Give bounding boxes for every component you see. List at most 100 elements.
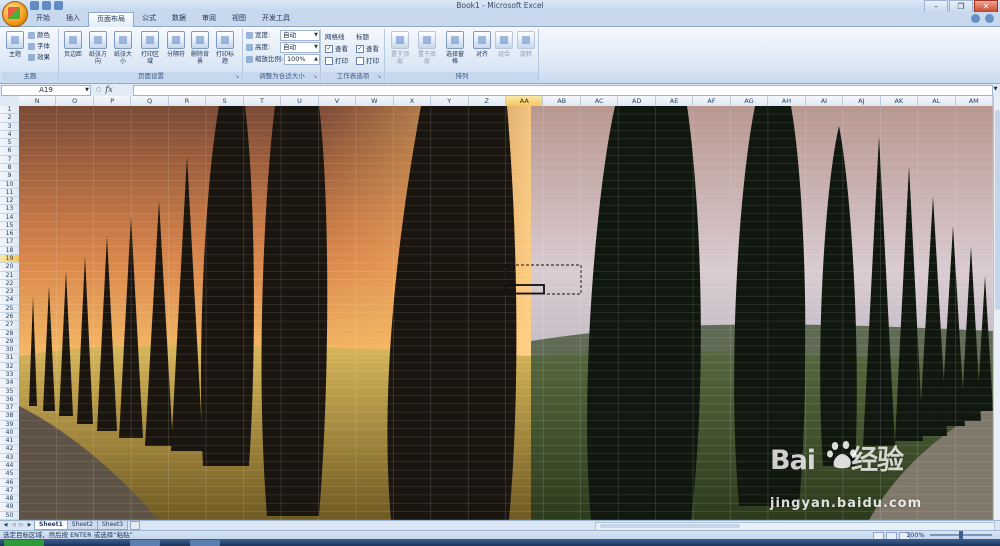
name-box[interactable]: A19 ▼: [1, 85, 91, 96]
row-header-16[interactable]: 16: [0, 230, 19, 239]
next-sheet-icon[interactable]: ▷: [18, 521, 25, 529]
taskbar-item[interactable]: [190, 540, 220, 546]
row-header-40[interactable]: 40: [0, 429, 19, 438]
row-header-46[interactable]: 46: [0, 479, 19, 487]
tab-view[interactable]: 视图: [224, 12, 254, 25]
row-header-33[interactable]: 33: [0, 371, 19, 380]
align-button[interactable]: 对齐: [471, 31, 493, 58]
scale-input[interactable]: 100% ▲: [284, 54, 320, 65]
zoom-slider[interactable]: [930, 531, 992, 539]
row-header-12[interactable]: 12: [0, 197, 19, 206]
dialog-launcher-icon[interactable]: ↘: [235, 74, 241, 80]
row-header-38[interactable]: 38: [0, 412, 19, 421]
insert-sheet-icon[interactable]: [130, 521, 141, 530]
theme-colors-button[interactable]: 颜色: [28, 30, 50, 40]
print-area-button[interactable]: 打印区域: [139, 31, 161, 65]
tab-review[interactable]: 审阅: [194, 12, 224, 25]
row-header-36[interactable]: 36: [0, 396, 19, 405]
theme-effects-button[interactable]: 效果: [28, 52, 50, 62]
row-header-48[interactable]: 48: [0, 495, 19, 504]
bring-to-front-button[interactable]: 置于顶层: [389, 31, 411, 65]
column-header-u[interactable]: U: [281, 96, 319, 106]
sheet-tab-sheet2[interactable]: Sheet2: [66, 521, 98, 530]
row-header-50[interactable]: 50: [0, 512, 19, 520]
row-header-45[interactable]: 45: [0, 470, 19, 479]
column-header-af[interactable]: AF: [693, 96, 731, 106]
row-header-47[interactable]: 47: [0, 487, 19, 496]
row-header-11[interactable]: 11: [0, 189, 19, 198]
column-header-n[interactable]: N: [19, 96, 57, 106]
row-header-15[interactable]: 15: [0, 222, 19, 231]
column-header-r[interactable]: R: [169, 96, 207, 106]
taskbar-item[interactable]: [130, 540, 160, 546]
dialog-launcher-icon[interactable]: ↘: [313, 74, 319, 80]
tab-developer[interactable]: 开发工具: [254, 12, 298, 25]
print-titles-button[interactable]: 打印标题: [214, 31, 236, 65]
column-header-o[interactable]: O: [56, 96, 94, 106]
column-header-ab[interactable]: AB: [543, 96, 581, 106]
row-header-22[interactable]: 22: [0, 280, 19, 289]
row-header-3[interactable]: 3: [0, 123, 19, 131]
ribbon-minimize-icon[interactable]: [985, 14, 994, 23]
row-header-2[interactable]: 2: [0, 114, 19, 123]
column-header-s[interactable]: S: [206, 96, 244, 106]
row-header-13[interactable]: 13: [0, 205, 19, 214]
row-header-32[interactable]: 32: [0, 363, 19, 371]
worksheet-area[interactable]: [19, 106, 993, 520]
gridlines-print-checkbox[interactable]: 打印: [325, 56, 348, 66]
rotate-button[interactable]: 旋转: [515, 31, 537, 58]
row-header-34[interactable]: 34: [0, 379, 19, 388]
column-header-al[interactable]: AL: [918, 96, 956, 106]
headings-view-checkbox[interactable]: ✓ 查看: [356, 44, 379, 54]
start-button[interactable]: [4, 540, 44, 546]
row-header-24[interactable]: 24: [0, 296, 19, 305]
row-header-39[interactable]: 39: [0, 421, 19, 429]
row-header-27[interactable]: 27: [0, 321, 19, 330]
row-header-20[interactable]: 20: [0, 263, 19, 272]
zoom-slider-knob[interactable]: [959, 531, 963, 539]
row-header-41[interactable]: 41: [0, 437, 19, 446]
column-header-t[interactable]: T: [244, 96, 282, 106]
column-header-ae[interactable]: AE: [656, 96, 694, 106]
row-header-1[interactable]: 1: [0, 106, 19, 115]
column-header-y[interactable]: Y: [431, 96, 469, 106]
row-header-19[interactable]: 19: [0, 255, 19, 264]
height-select[interactable]: 自动 ▼: [280, 42, 320, 53]
column-header-ah[interactable]: AH: [768, 96, 806, 106]
dialog-launcher-icon[interactable]: ↘: [377, 74, 383, 80]
expand-formula-bar-icon[interactable]: ▼: [992, 85, 999, 94]
horizontal-scroll-thumb[interactable]: [600, 524, 740, 528]
background-button[interactable]: 删除背景: [189, 31, 211, 65]
last-sheet-icon[interactable]: ▶: [26, 521, 33, 529]
column-header-z[interactable]: Z: [469, 96, 506, 106]
row-header-35[interactable]: 35: [0, 388, 19, 396]
help-icon[interactable]: [971, 14, 980, 23]
row-header-7[interactable]: 7: [0, 156, 19, 164]
column-header-v[interactable]: V: [319, 96, 357, 106]
insert-function-button[interactable]: fx: [105, 85, 112, 94]
zoom-handle-icon[interactable]: ○: [96, 86, 101, 93]
office-button[interactable]: [2, 1, 28, 27]
row-header-31[interactable]: 31: [0, 354, 19, 363]
row-header-21[interactable]: 21: [0, 272, 19, 280]
column-header-aj[interactable]: AJ: [843, 96, 881, 106]
themes-button[interactable]: 主题: [4, 31, 26, 58]
row-header-30[interactable]: 30: [0, 346, 19, 355]
selection-pane-button[interactable]: 选择窗格: [444, 31, 466, 65]
row-header-44[interactable]: 44: [0, 462, 19, 471]
column-header-ai[interactable]: AI: [806, 96, 844, 106]
row-header-49[interactable]: 49: [0, 503, 19, 512]
row-header-42[interactable]: 42: [0, 445, 19, 454]
width-select[interactable]: 自动 ▼: [280, 30, 320, 41]
column-header-p[interactable]: P: [94, 96, 132, 106]
sheet-tab-sheet3[interactable]: Sheet3: [96, 521, 129, 530]
gridlines-view-checkbox[interactable]: ✓ 查看: [325, 44, 348, 54]
column-header-ad[interactable]: AD: [618, 96, 656, 106]
row-header-17[interactable]: 17: [0, 238, 19, 247]
size-button[interactable]: 纸张大小: [112, 31, 134, 65]
orientation-button[interactable]: 纸张方向: [87, 31, 109, 65]
row-header-28[interactable]: 28: [0, 330, 19, 338]
tab-formulas[interactable]: 公式: [134, 12, 164, 25]
margins-button[interactable]: 页边距: [62, 31, 84, 58]
send-to-back-button[interactable]: 置于底层: [416, 31, 438, 65]
